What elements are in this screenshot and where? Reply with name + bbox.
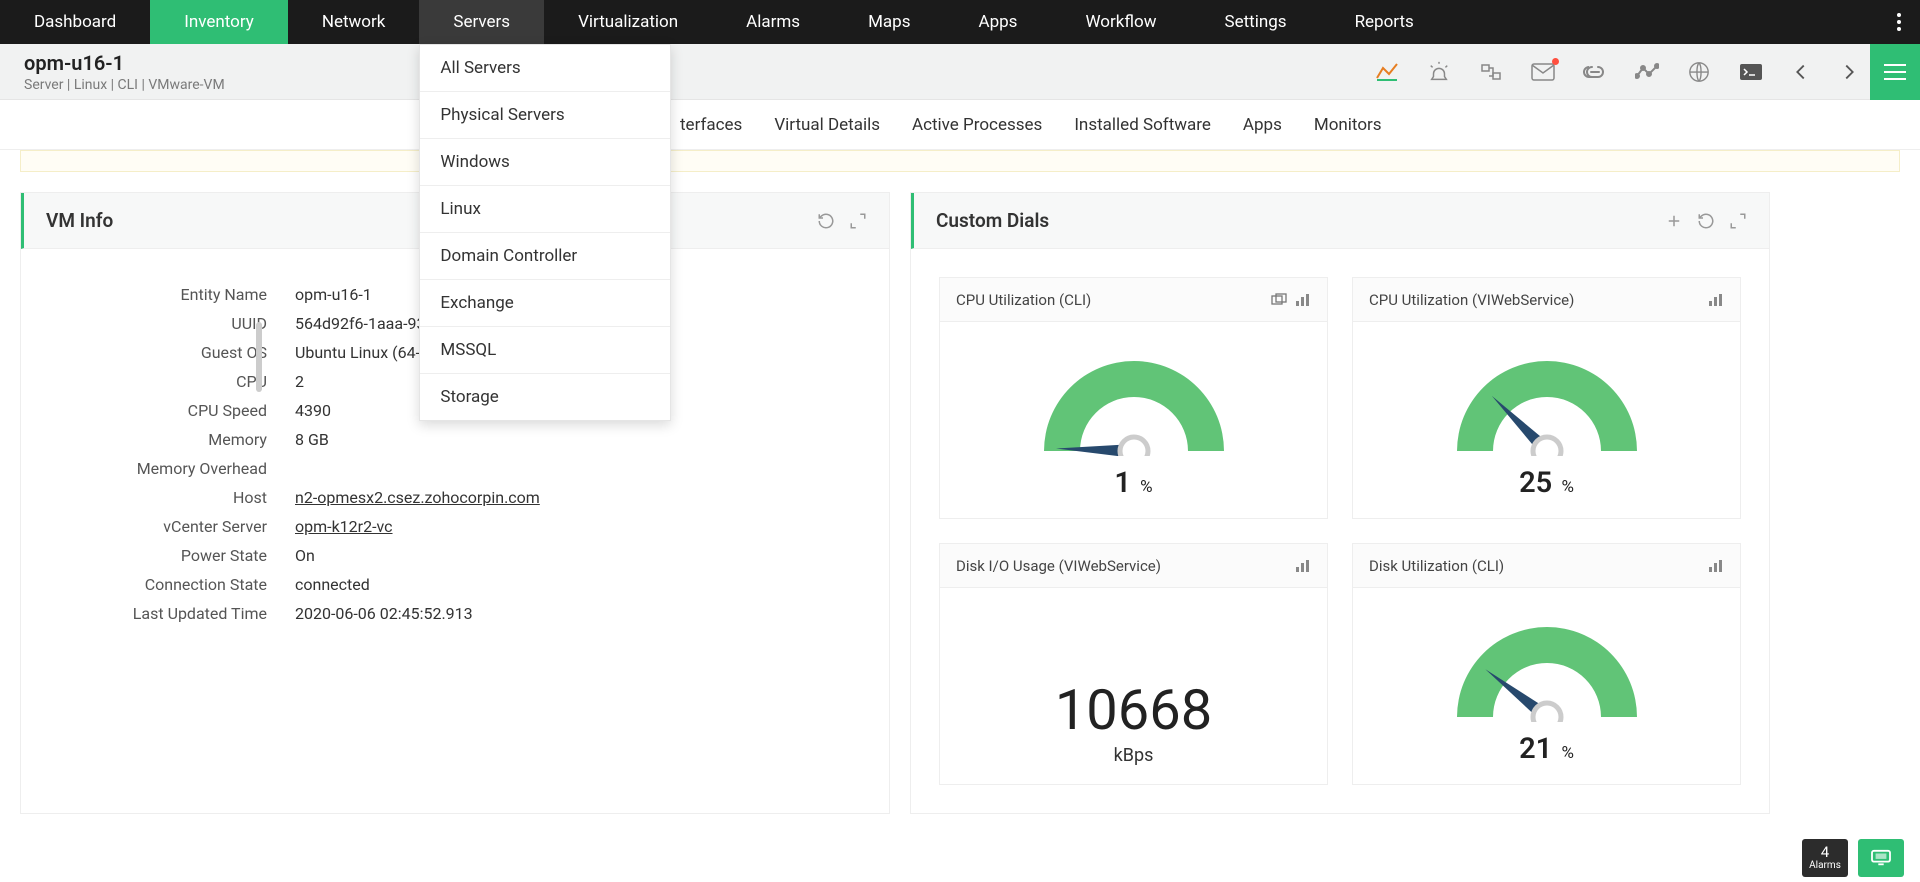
dd-linux[interactable]: Linux: [420, 186, 670, 233]
alarm-label: Alarms: [1809, 860, 1841, 871]
activity-icon[interactable]: [1634, 61, 1660, 83]
sub-nav: terfaces Virtual Details Active Processe…: [0, 100, 1920, 150]
vm-row-label: Host: [45, 488, 267, 507]
vm-row-value: connected: [295, 575, 540, 594]
dd-mssql[interactable]: MSSQL: [420, 327, 670, 374]
nav-network[interactable]: Network: [288, 0, 420, 44]
tab-monitors[interactable]: Monitors: [1314, 115, 1382, 135]
popup-icon[interactable]: [1271, 293, 1287, 307]
more-menu-icon[interactable]: [1884, 0, 1914, 44]
vm-row-value: [295, 459, 540, 478]
dial-title: Disk Utilization (CLI): [1369, 557, 1504, 575]
gauge-icon: [1442, 346, 1652, 456]
expand-icon[interactable]: [849, 212, 867, 230]
dial-card: CPU Utilization (CLI) 1 %: [939, 277, 1328, 519]
tab-apps[interactable]: Apps: [1243, 115, 1282, 135]
vm-row-label: Last Updated Time: [45, 604, 267, 623]
gauge-icon: [1029, 346, 1239, 456]
nav-maps[interactable]: Maps: [834, 0, 944, 44]
dial-value: 10668: [1055, 677, 1212, 743]
vm-row-label: Connection State: [45, 575, 267, 594]
expand-icon[interactable]: [1729, 212, 1747, 230]
alarm-bell-icon[interactable]: [1426, 61, 1452, 83]
nav-reports[interactable]: Reports: [1321, 0, 1448, 44]
nav-workflow[interactable]: Workflow: [1051, 0, 1190, 44]
mail-icon[interactable]: [1530, 61, 1556, 83]
hamburger-menu[interactable]: [1870, 44, 1920, 100]
refresh-icon[interactable]: [1697, 212, 1715, 230]
tab-interfaces[interactable]: terfaces: [680, 115, 742, 135]
vm-row-label: vCenter Server: [45, 517, 267, 536]
vm-row-value[interactable]: n2-opmesx2.csez.zohocorpin.com: [295, 488, 540, 507]
servers-dropdown: All Servers Physical Servers Windows Lin…: [419, 44, 671, 421]
bar-chart-icon[interactable]: [1295, 559, 1311, 573]
nav-virtualization[interactable]: Virtualization: [544, 0, 712, 44]
nav-apps[interactable]: Apps: [944, 0, 1051, 44]
vm-row-label: CPU Speed: [45, 401, 267, 420]
tab-virtual-details[interactable]: Virtual Details: [774, 115, 880, 135]
dd-windows[interactable]: Windows: [420, 139, 670, 186]
dial-unit: kBps: [1114, 745, 1154, 766]
dd-physical-servers[interactable]: Physical Servers: [420, 92, 670, 139]
nav-servers[interactable]: Servers All Servers Physical Servers Win…: [419, 0, 544, 44]
custom-dials-panel: Custom Dials CPU Utilization (CLI) 1 %CP…: [910, 192, 1770, 814]
dial-value: 1 %: [1114, 466, 1152, 500]
tab-active-processes[interactable]: Active Processes: [912, 115, 1042, 135]
dial-value: 25 %: [1519, 466, 1574, 500]
next-icon[interactable]: [1838, 61, 1860, 83]
alarm-count: 4: [1821, 845, 1829, 860]
screen-share-icon[interactable]: [1858, 839, 1904, 877]
gauge-icon: [1442, 612, 1652, 722]
dial-title: CPU Utilization (VIWebService): [1369, 291, 1574, 309]
bar-chart-icon[interactable]: [1708, 559, 1724, 573]
dial-value: 21 %: [1519, 732, 1574, 766]
dd-all-servers[interactable]: All Servers: [420, 45, 670, 92]
dd-exchange[interactable]: Exchange: [420, 280, 670, 327]
vm-row-label: Memory: [45, 430, 267, 449]
nav-inventory[interactable]: Inventory: [150, 0, 288, 44]
notice-bar: [20, 150, 1900, 172]
dial-title: CPU Utilization (CLI): [956, 291, 1091, 309]
vm-row-value: 8 GB: [295, 430, 540, 449]
dial-card: CPU Utilization (VIWebService) 25 %: [1352, 277, 1741, 519]
globe-icon[interactable]: [1686, 61, 1712, 83]
network-tool-icon[interactable]: [1478, 61, 1504, 83]
title-bar: opm-u16-1 Server | Linux | CLI | VMware-…: [0, 44, 1920, 100]
nav-servers-label: Servers: [453, 12, 510, 32]
dial-title: Disk I/O Usage (VIWebService): [956, 557, 1161, 575]
vm-info-title: VM Info: [46, 209, 113, 232]
nav-settings[interactable]: Settings: [1190, 0, 1320, 44]
terminal-icon[interactable]: [1738, 61, 1764, 83]
nav-dashboard[interactable]: Dashboard: [0, 0, 150, 44]
nav-alarms[interactable]: Alarms: [712, 0, 834, 44]
alarm-count-badge[interactable]: 4 Alarms: [1802, 839, 1848, 877]
bar-chart-icon[interactable]: [1708, 293, 1724, 307]
refresh-icon[interactable]: [817, 212, 835, 230]
vm-row-label: Entity Name: [45, 285, 267, 304]
page-title: opm-u16-1: [24, 51, 225, 75]
vm-row-label: UUID: [45, 314, 267, 333]
tab-installed-software[interactable]: Installed Software: [1074, 115, 1211, 135]
vm-row-label: Power State: [45, 546, 267, 565]
link-icon[interactable]: [1582, 61, 1608, 83]
dd-storage[interactable]: Storage: [420, 374, 670, 420]
dial-card: Disk Utilization (CLI) 21 %: [1352, 543, 1741, 785]
top-nav: Dashboard Inventory Network Servers All …: [0, 0, 1920, 44]
dial-card: Disk I/O Usage (VIWebService) 10668kBps: [939, 543, 1328, 785]
prev-icon[interactable]: [1790, 61, 1812, 83]
vm-row-value: 2020-06-06 02:45:52.913: [295, 604, 540, 623]
vm-row-label: Guest OS: [45, 343, 267, 362]
custom-dials-title: Custom Dials: [936, 209, 1049, 232]
breadcrumb: Server | Linux | CLI | VMware-VM: [24, 77, 225, 93]
chart-icon[interactable]: [1374, 61, 1400, 83]
dd-domain-controller[interactable]: Domain Controller: [420, 233, 670, 280]
scrollbar[interactable]: [256, 322, 262, 882]
mail-notification-dot: [1552, 58, 1559, 65]
vm-row-label: Memory Overhead: [45, 459, 267, 478]
vm-row-value[interactable]: opm-k12r2-vc: [295, 517, 540, 536]
bar-chart-icon[interactable]: [1295, 293, 1311, 307]
vm-row-label: CPU: [45, 372, 267, 391]
vm-row-value: On: [295, 546, 540, 565]
add-icon[interactable]: [1665, 212, 1683, 230]
